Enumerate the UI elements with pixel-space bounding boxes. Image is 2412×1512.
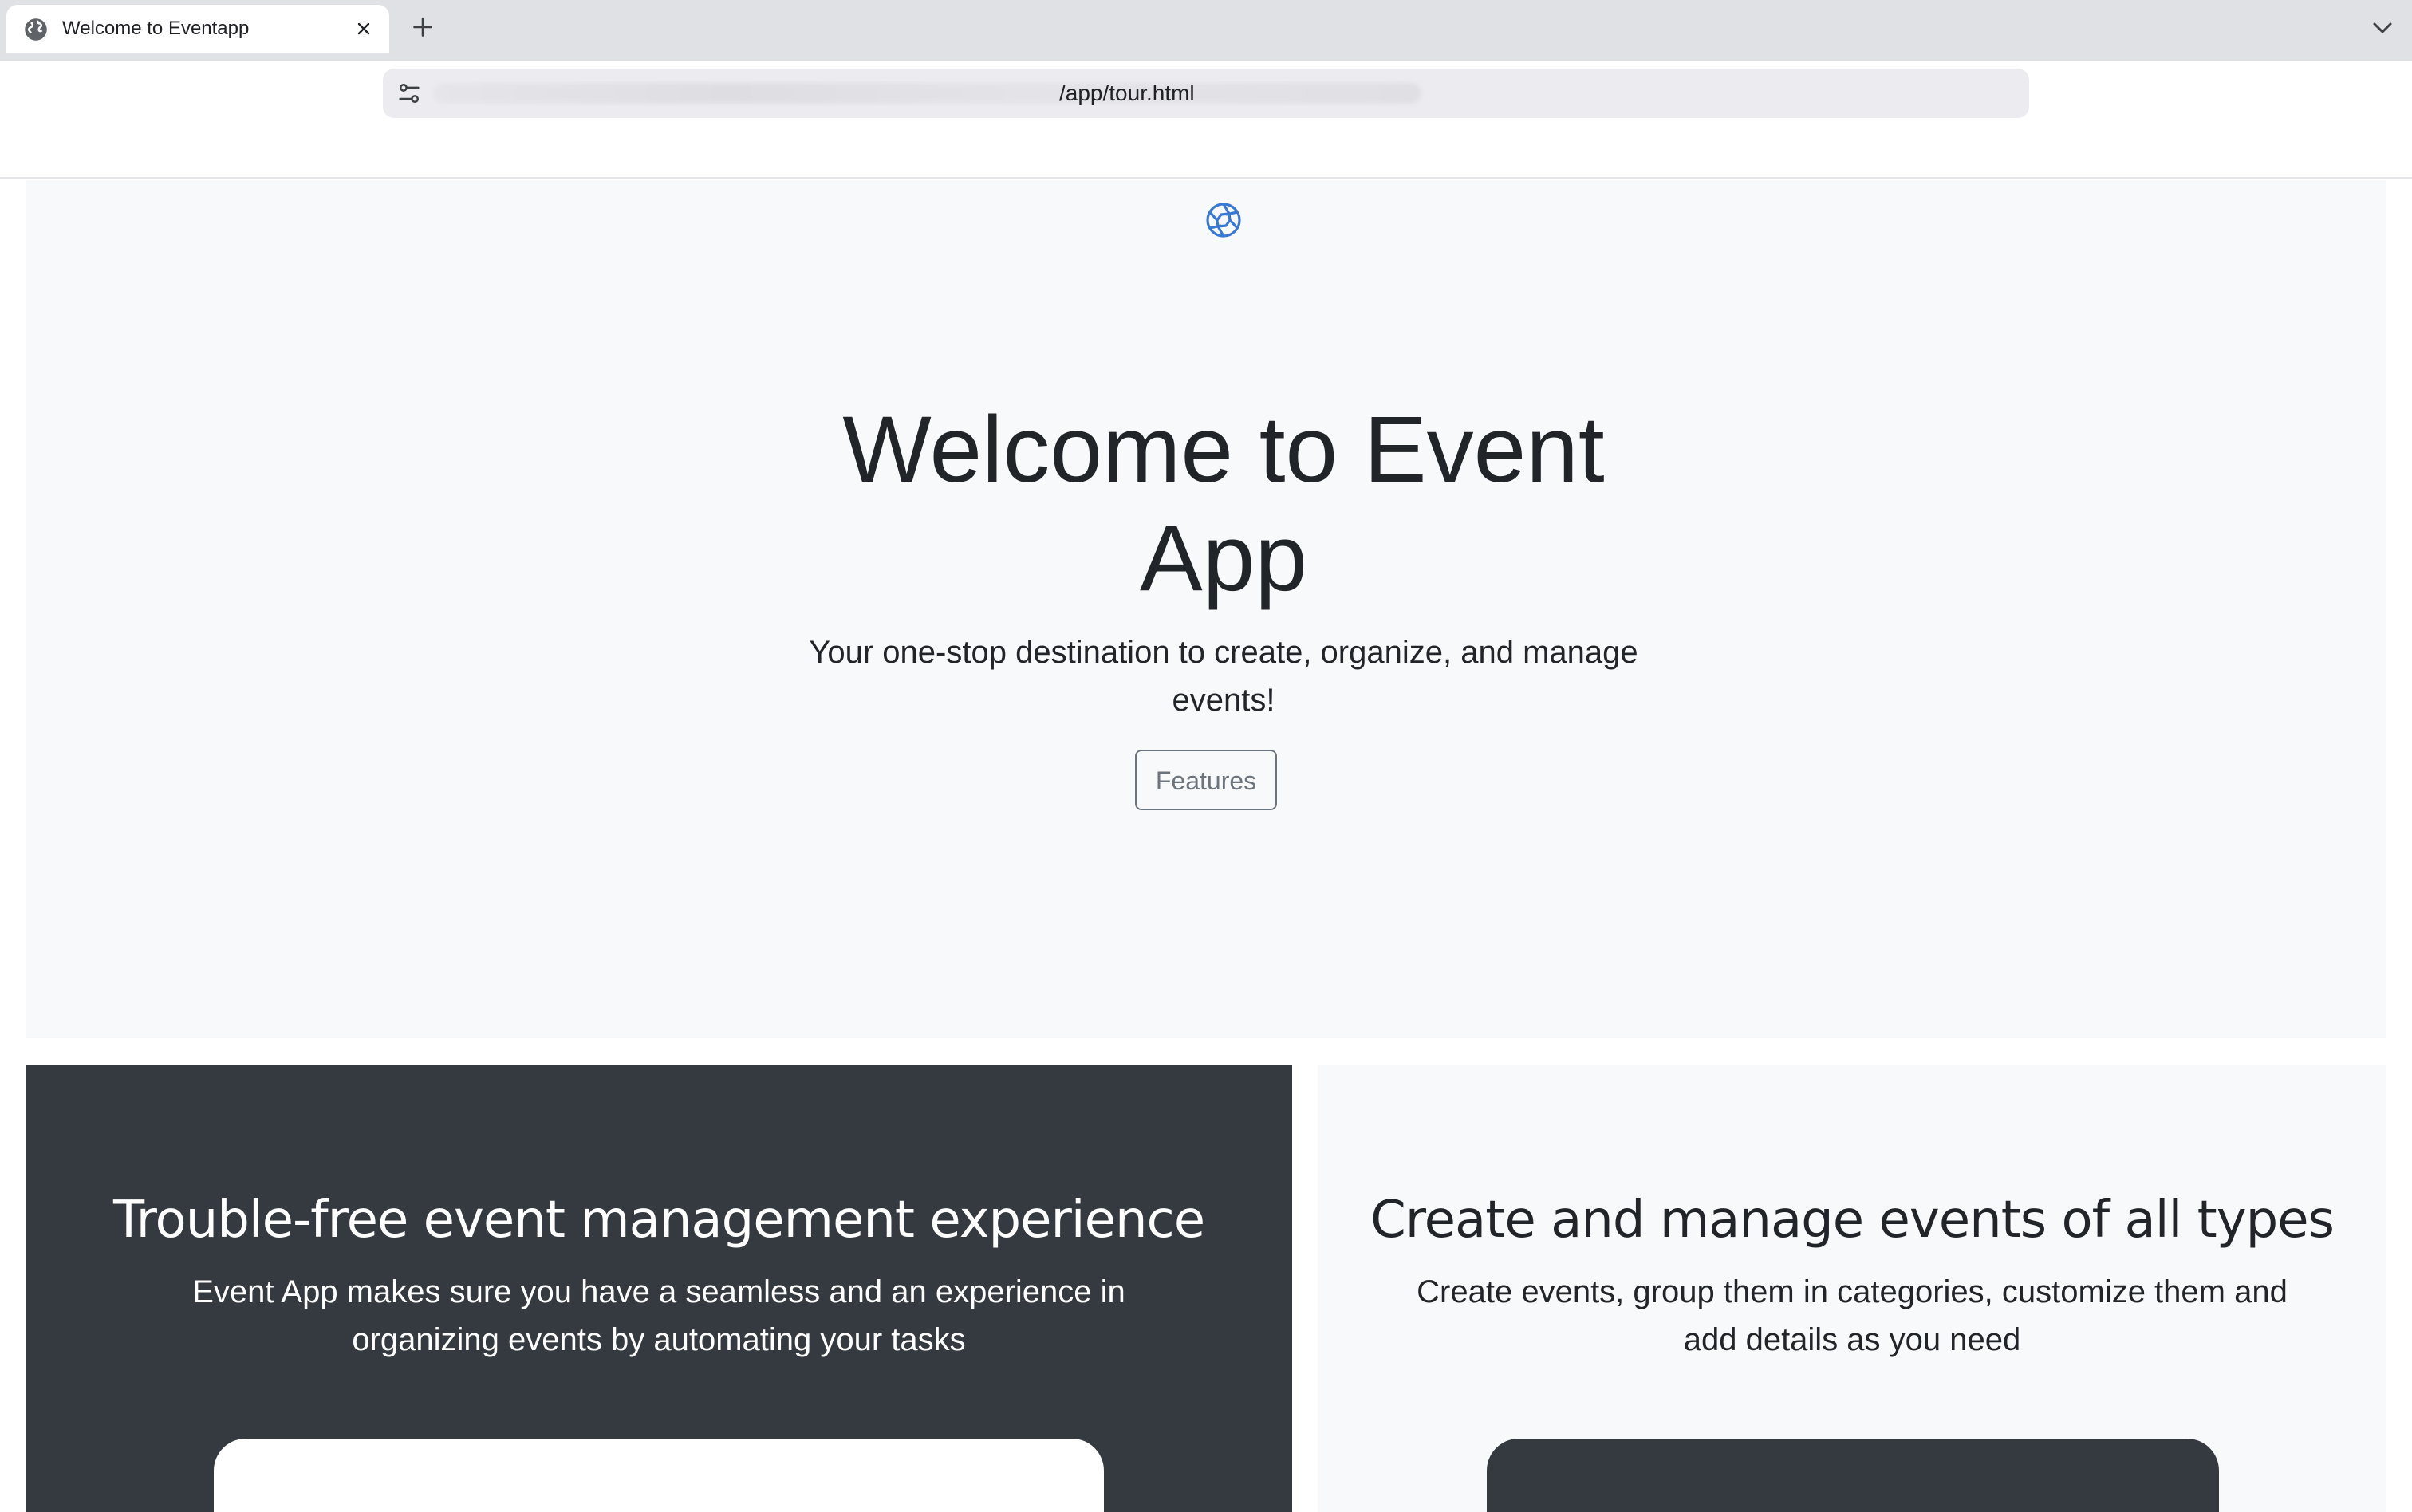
- chevron-down-icon[interactable]: [2371, 19, 2394, 37]
- feature-panel-event-management: Trouble-free event management experience…: [26, 1065, 1292, 1512]
- panel-preview-card: [214, 1439, 1104, 1512]
- feature-panel-event-types: Create and manage events of all types Cr…: [1318, 1065, 2386, 1512]
- hero-lead: Your one-stop destination to create, org…: [809, 635, 1638, 718]
- url-host-redacted: [432, 83, 1421, 104]
- browser-tab[interactable]: Welcome to Eventapp: [6, 5, 389, 53]
- url-path[interactable]: /app/tour.html: [1059, 69, 1195, 118]
- plus-icon[interactable]: [412, 16, 434, 38]
- hero-title: Welcome to Event App: [842, 397, 1605, 611]
- panel-heading: Trouble-free event management experience: [112, 1191, 1205, 1250]
- browser-toolbar: /app/tour.html: [0, 61, 2412, 179]
- tab-title: Welcome to Eventapp: [62, 18, 250, 39]
- panel-description: Event App makes sure you have a seamless…: [192, 1274, 1125, 1357]
- panel-heading: Create and manage events of all types: [1370, 1191, 2335, 1250]
- hero-section: Welcome to Event App Your one-stop desti…: [26, 180, 2386, 1038]
- close-icon[interactable]: [354, 19, 373, 38]
- address-bar[interactable]: /app/tour.html: [383, 69, 2029, 118]
- features-button[interactable]: Features: [1135, 750, 1277, 810]
- panel-preview-card: [1487, 1439, 2219, 1512]
- aperture-logo-icon: [1206, 203, 1241, 238]
- panel-description: Create events, group them in categories,…: [1417, 1274, 2288, 1357]
- globe-icon: [25, 18, 47, 41]
- tune-icon[interactable]: [396, 80, 423, 107]
- browser-tab-strip: Welcome to Eventapp: [0, 0, 2412, 61]
